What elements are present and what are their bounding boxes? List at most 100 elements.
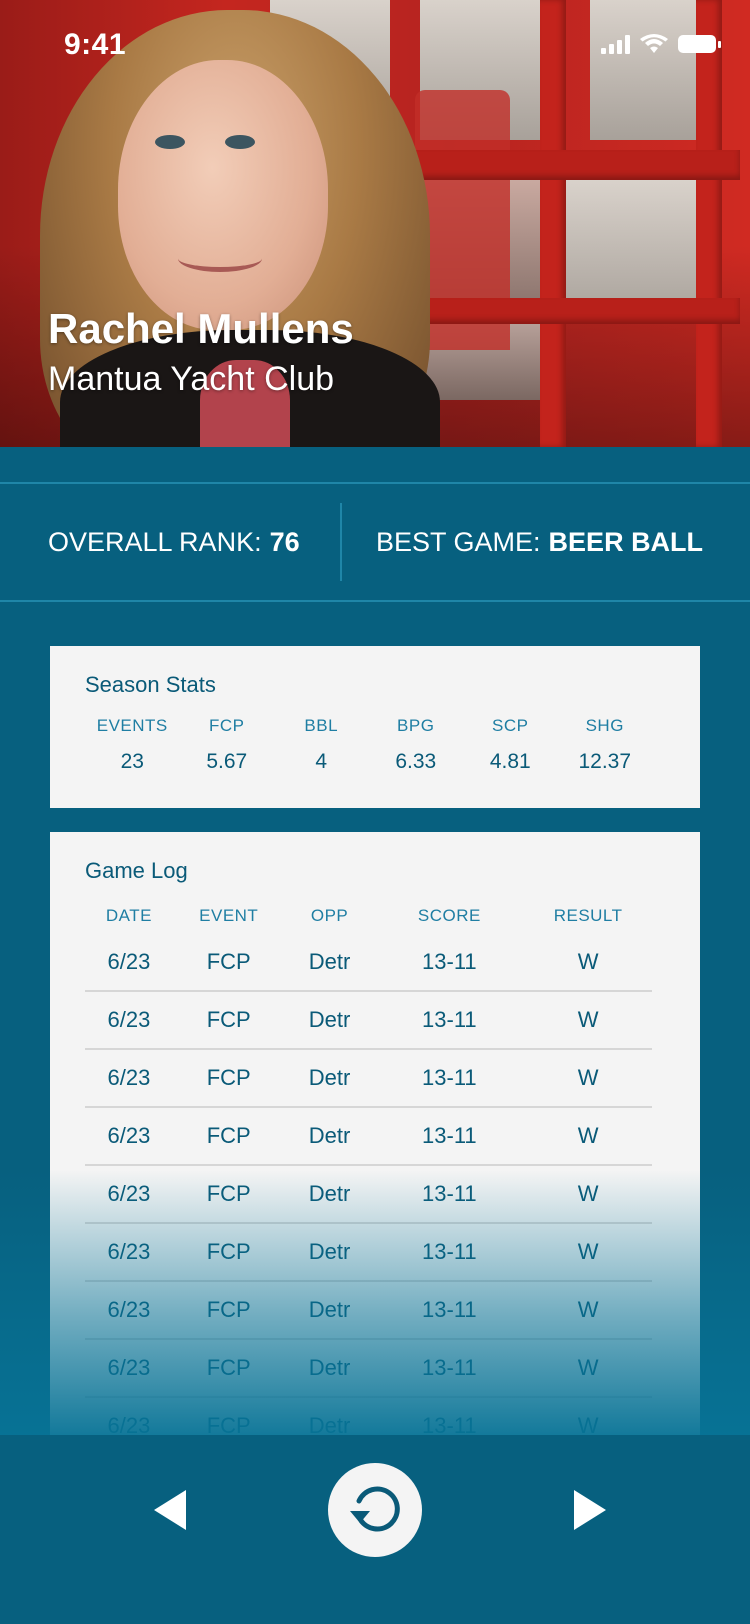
bottom-controls xyxy=(0,1435,750,1624)
cell-score: 13-11 xyxy=(422,1239,477,1264)
stat-value: 12.37 xyxy=(578,750,632,773)
stat-label: FCP xyxy=(209,716,245,735)
cell-result: W xyxy=(577,1239,599,1264)
cell-score: 13-11 xyxy=(422,1181,477,1206)
cell-date: 6/23 xyxy=(107,1297,151,1322)
stat-label: BPG xyxy=(397,716,435,735)
column-header-score: SCORE xyxy=(417,906,481,925)
cell-opp: Detr xyxy=(308,1355,351,1380)
table-row[interactable]: 6/23 FCP Detr 13-11 W xyxy=(85,1398,652,1435)
table-row[interactable]: 6/23 FCP Detr 13-11 W xyxy=(85,1050,652,1108)
status-icons xyxy=(601,34,721,54)
battery-icon xyxy=(678,35,721,53)
refresh-button[interactable] xyxy=(328,1463,422,1557)
cell-event: FCP xyxy=(206,1413,251,1435)
stat-value: 4 xyxy=(315,750,328,773)
wifi-icon xyxy=(640,34,668,53)
column-header-date: DATE xyxy=(105,906,152,925)
status-time: 9:41 xyxy=(64,28,127,61)
table-row[interactable]: 6/23 FCP Detr 13-11 W xyxy=(85,992,652,1050)
cell-opp: Detr xyxy=(308,1413,351,1435)
table-row[interactable]: 6/23 FCP Detr 13-11 W xyxy=(85,1282,652,1340)
profile-hero: 9:41 Rachel Mullens Mantua Yacht Club xyxy=(0,0,750,447)
stat-value: 5.67 xyxy=(206,750,248,773)
cell-score: 13-11 xyxy=(422,1123,477,1148)
cell-date: 6/23 xyxy=(107,1413,151,1435)
cell-score: 13-11 xyxy=(422,949,477,974)
cell-score: 13-11 xyxy=(422,1297,477,1322)
column-header-result: RESULT xyxy=(553,906,623,925)
overall-rank-label: OVERALL RANK: xyxy=(48,526,262,557)
player-club: Mantua Yacht Club xyxy=(48,360,335,398)
stat-label: BBL xyxy=(304,716,339,735)
best-game-value: BEER BALL xyxy=(548,526,704,557)
game-log-rows: 6/23 FCP Detr 13-11 W 6/23 FCP Detr 13-1… xyxy=(85,934,652,1435)
season-stats-title: Season Stats xyxy=(85,672,216,697)
cell-opp: Detr xyxy=(308,1239,351,1264)
next-button[interactable] xyxy=(560,1480,620,1540)
cell-date: 6/23 xyxy=(107,1355,151,1380)
cell-score: 13-11 xyxy=(422,1413,477,1435)
cell-opp: Detr xyxy=(308,1065,351,1090)
stat-value: 6.33 xyxy=(395,750,437,773)
stat-label: EVENTS xyxy=(96,716,168,735)
table-row[interactable]: 6/23 FCP Detr 13-11 W xyxy=(85,1166,652,1224)
play-next-icon xyxy=(574,1490,606,1530)
cell-opp: Detr xyxy=(308,1181,351,1206)
cell-result: W xyxy=(577,949,599,974)
table-row[interactable]: 6/23 FCP Detr 13-11 W xyxy=(85,1340,652,1398)
cellular-signal-icon xyxy=(601,34,630,54)
cell-score: 13-11 xyxy=(422,1355,477,1380)
cell-event: FCP xyxy=(206,1297,251,1322)
best-game: BEST GAME: BEER BALL xyxy=(340,503,750,581)
column-header-event: EVENT xyxy=(199,906,259,925)
game-log-header: DATE EVENT OPP SCORE RESULT xyxy=(85,906,652,926)
overall-rank-value: 76 xyxy=(269,526,300,557)
player-name: Rachel Mullens xyxy=(48,305,354,352)
cell-event: FCP xyxy=(206,949,251,974)
cell-date: 6/23 xyxy=(107,1007,151,1032)
cell-event: FCP xyxy=(206,1007,251,1032)
cell-opp: Detr xyxy=(308,949,351,974)
cell-opp: Detr xyxy=(308,1297,351,1322)
cell-event: FCP xyxy=(206,1239,251,1264)
cell-result: W xyxy=(577,1123,599,1148)
stat-column: BBL 4 xyxy=(274,716,369,774)
cell-date: 6/23 xyxy=(107,1065,151,1090)
cell-event: FCP xyxy=(206,1123,251,1148)
cell-result: W xyxy=(577,1355,599,1380)
cell-date: 6/23 xyxy=(107,1123,151,1148)
table-row[interactable]: 6/23 FCP Detr 13-11 W xyxy=(85,1224,652,1282)
stat-label: SHG xyxy=(585,716,624,735)
stat-label: SCP xyxy=(492,716,529,735)
cell-score: 13-11 xyxy=(422,1065,477,1090)
stat-column: FCP 5.67 xyxy=(180,716,275,774)
overall-rank: OVERALL RANK: 76 xyxy=(0,527,340,558)
cell-result: W xyxy=(577,1413,599,1435)
previous-button[interactable] xyxy=(140,1480,200,1540)
cell-date: 6/23 xyxy=(107,1239,151,1264)
cell-date: 6/23 xyxy=(107,949,151,974)
game-log-card[interactable]: Game Log DATE EVENT OPP SCORE RESULT 6/2… xyxy=(50,832,700,1435)
game-log-title: Game Log xyxy=(85,858,188,883)
stat-value: 23 xyxy=(120,750,144,773)
stat-column: SHG 12.37 xyxy=(558,716,653,774)
cell-date: 6/23 xyxy=(107,1181,151,1206)
stat-column: SCP 4.81 xyxy=(463,716,558,774)
cell-event: FCP xyxy=(206,1355,251,1380)
table-row[interactable]: 6/23 FCP Detr 13-11 W xyxy=(85,1108,652,1166)
cell-result: W xyxy=(577,1007,599,1032)
cell-event: FCP xyxy=(206,1065,251,1090)
cell-result: W xyxy=(577,1297,599,1322)
cell-result: W xyxy=(577,1181,599,1206)
stat-column: BPG 6.33 xyxy=(369,716,464,774)
cell-score: 13-11 xyxy=(422,1007,477,1032)
cell-opp: Detr xyxy=(308,1007,351,1032)
column-header-opp: OPP xyxy=(310,906,349,925)
cell-event: FCP xyxy=(206,1181,251,1206)
cell-opp: Detr xyxy=(308,1123,351,1148)
season-stats-grid: EVENTS 23 FCP 5.67 BBL 4 BPG 6.33 SCP 4.… xyxy=(85,716,652,774)
stat-value: 4.81 xyxy=(489,750,531,773)
table-row[interactable]: 6/23 FCP Detr 13-11 W xyxy=(85,934,652,992)
summary-bar: OVERALL RANK: 76 BEST GAME: BEER BALL xyxy=(0,482,750,602)
